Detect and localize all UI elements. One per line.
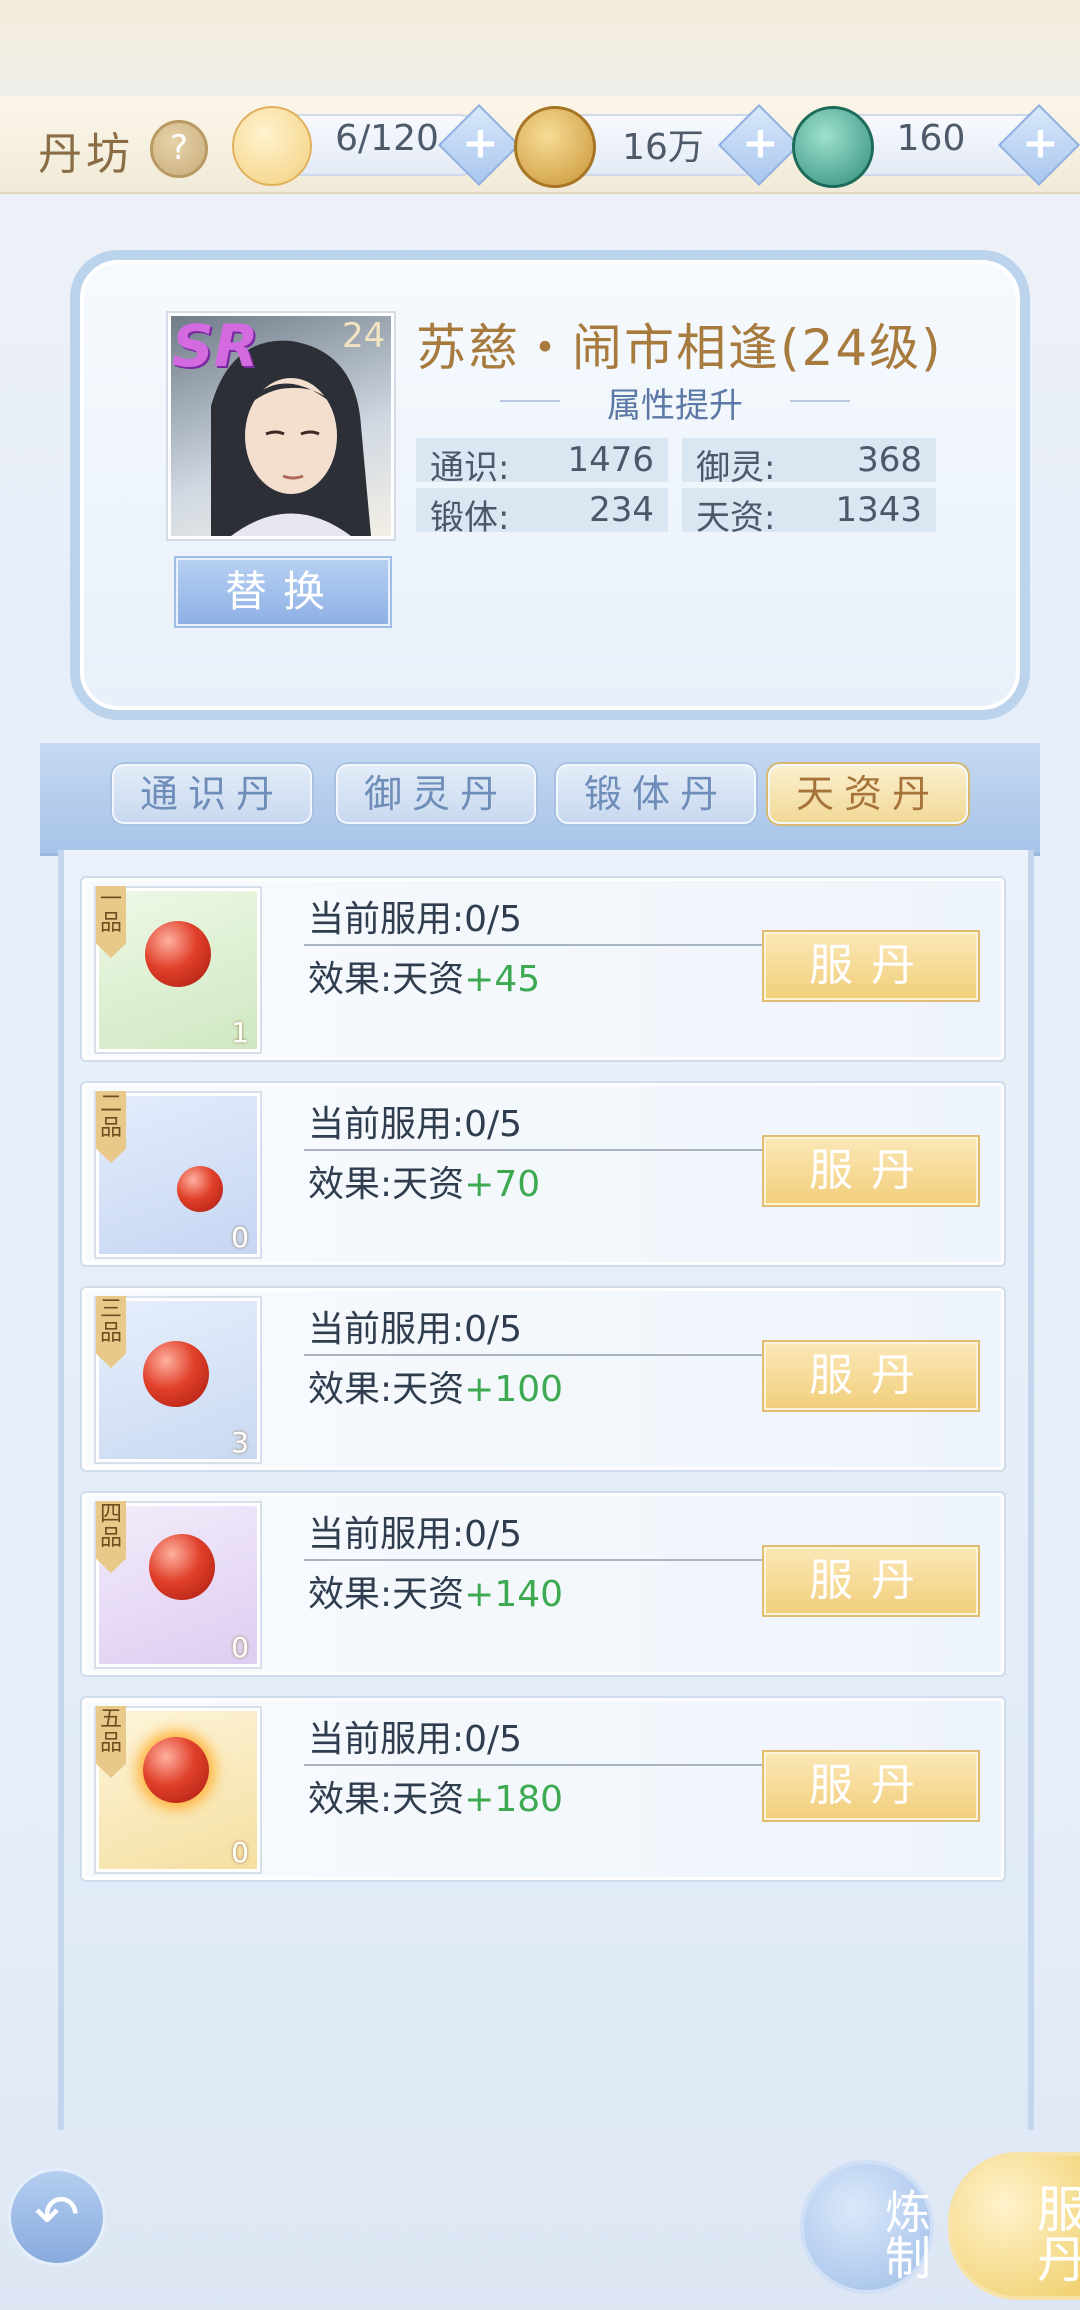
help-icon[interactable]: ?	[150, 120, 208, 178]
take-pill-button[interactable]: 服丹	[764, 932, 978, 1000]
item-count: 1	[231, 1016, 249, 1049]
connector-line	[304, 1354, 764, 1356]
refine-button[interactable]: 炼制	[800, 2160, 934, 2294]
red-pill-icon	[145, 921, 211, 987]
stat-value: 368	[857, 440, 922, 480]
tab-knowledge-pill[interactable]: 通识丹	[112, 764, 312, 824]
stat-spirit: 御灵: 368	[682, 438, 936, 488]
stat-label: 天资:	[696, 498, 776, 538]
back-button[interactable]: ↶	[8, 2168, 106, 2266]
grade-badge: 三品	[96, 1296, 126, 1368]
pill-card: 0 二品 当前服用:0/5 效果:天资+70 服丹	[80, 1081, 1006, 1267]
character-name: 苏慈・闹市相逢(24级)	[416, 319, 943, 377]
pill-effect: 效果:天资+100	[308, 1369, 564, 1410]
stat-talent: 天资: 1343	[682, 488, 936, 538]
stat-label: 锻体:	[430, 498, 510, 538]
item-count: 0	[231, 1221, 249, 1254]
take-pill-button[interactable]: 服丹	[764, 1547, 978, 1615]
stamina-value: 6/120	[335, 118, 439, 159]
swap-character-button[interactable]: 替换	[176, 558, 390, 626]
tab-spirit-pill[interactable]: 御灵丹	[336, 764, 536, 824]
connector-line	[304, 1559, 764, 1561]
gold-coin-icon	[514, 106, 596, 188]
grade-badge: 二品	[96, 1091, 126, 1163]
stat-label: 通识:	[430, 448, 510, 488]
back-arrow-icon: ↶	[34, 2183, 80, 2246]
rarity-badge: SR	[172, 312, 259, 380]
current-use: 当前服用:0/5	[308, 1309, 523, 1350]
grade-badge: 四品	[96, 1501, 126, 1573]
pill-card: 0 五品 当前服用:0/5 效果:天资+180 服丹	[80, 1696, 1006, 1882]
current-use: 当前服用:0/5	[308, 1514, 523, 1555]
connector-line	[304, 944, 764, 946]
take-pill-button[interactable]: 服丹	[764, 1342, 978, 1410]
item-count: 3	[231, 1426, 249, 1459]
stat-value: 1476	[567, 440, 654, 480]
grade-badge: 五品	[96, 1706, 126, 1778]
red-pill-icon	[149, 1534, 215, 1600]
current-use: 当前服用:0/5	[308, 1104, 523, 1145]
tab-talent-pill[interactable]: 天资丹	[768, 764, 968, 824]
stat-body: 锻体: 234	[416, 488, 668, 538]
pill-effect: 效果:天资+45	[308, 959, 541, 1000]
take-pill-button[interactable]: 服丹	[764, 1137, 978, 1205]
take-pill-button[interactable]: 服丹	[764, 1752, 978, 1820]
current-use: 当前服用:0/5	[308, 899, 523, 940]
pill-card: 0 四品 当前服用:0/5 效果:天资+140 服丹	[80, 1491, 1006, 1677]
grade-badge: 一品	[96, 886, 126, 958]
pill-card: 1 一品 当前服用:0/5 效果:天资+45 服丹	[80, 876, 1006, 1062]
attribute-subtitle: 属性提升	[607, 386, 743, 426]
item-count: 0	[231, 1631, 249, 1664]
pill-effect: 效果:天资+70	[308, 1164, 541, 1205]
page-title: 丹坊	[38, 129, 134, 180]
stat-label: 御灵:	[696, 448, 776, 488]
pill-effect: 效果:天资+140	[308, 1574, 564, 1615]
stat-value: 1343	[835, 490, 922, 530]
stat-value: 234	[589, 490, 654, 530]
item-count: 0	[231, 1836, 249, 1869]
current-use: 当前服用:0/5	[308, 1719, 523, 1760]
connector-line	[304, 1764, 764, 1766]
coin-value: 16万	[622, 127, 704, 168]
take-pill-main-button[interactable]: 服丹	[948, 2152, 1080, 2300]
tab-body-pill[interactable]: 锻体丹	[556, 764, 756, 824]
connector-line	[304, 1149, 764, 1151]
pill-card: 3 三品 当前服用:0/5 效果:天资+100 服丹	[80, 1286, 1006, 1472]
cat-face-icon	[232, 106, 312, 186]
jade-value: 160	[896, 118, 966, 159]
pill-effect: 效果:天资+180	[308, 1779, 564, 1820]
red-pill-icon	[143, 1341, 209, 1407]
red-pill-icon	[143, 1737, 209, 1803]
character-level: 24	[342, 316, 386, 356]
stat-knowledge: 通识: 1476	[416, 438, 668, 488]
red-pill-icon	[177, 1166, 223, 1212]
